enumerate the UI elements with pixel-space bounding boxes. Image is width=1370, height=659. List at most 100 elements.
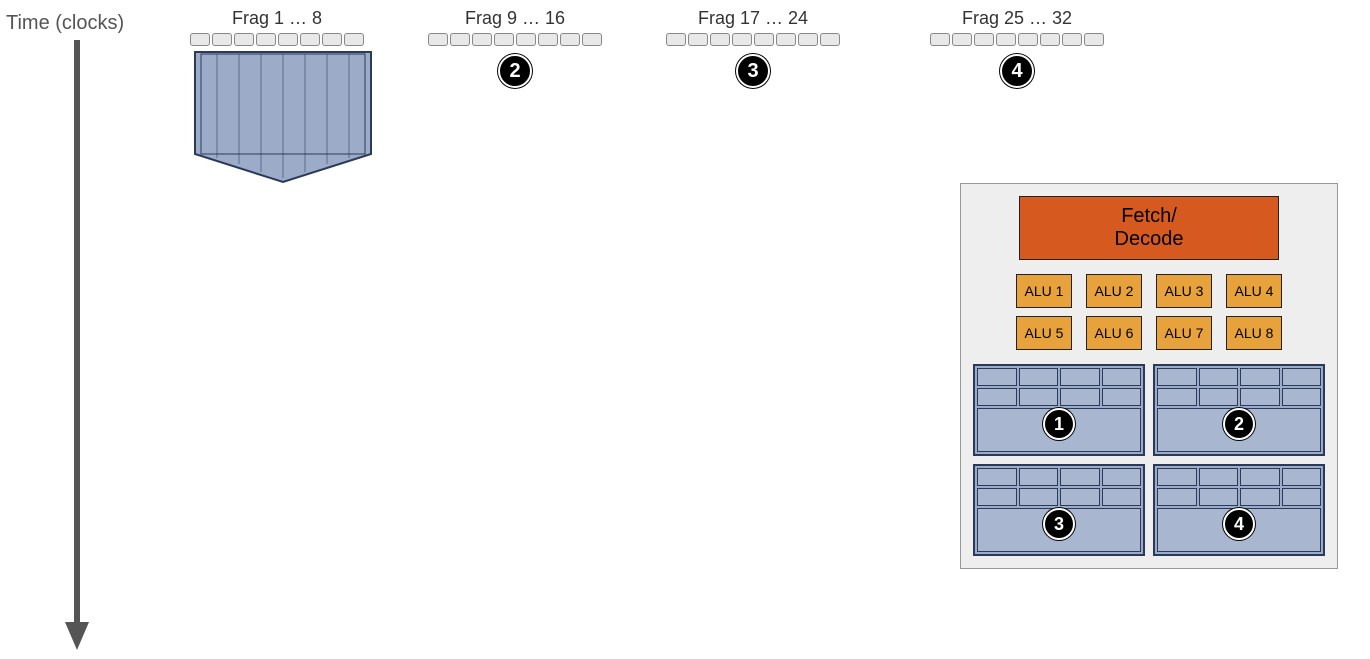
frag-label: Frag 1 … 8 (190, 8, 364, 29)
ctx-cell (1282, 388, 1322, 406)
slot (930, 33, 950, 46)
frag-group-2: Frag 9 … 16 2 (428, 8, 602, 88)
slot (974, 33, 994, 46)
frag-group-3: Frag 17 … 24 3 (666, 8, 840, 88)
alu-3: ALU 3 (1156, 274, 1212, 308)
ctx-cell (1240, 388, 1280, 406)
slot (212, 33, 232, 46)
time-label: Time (clocks) (6, 12, 124, 35)
ctx-cell (1199, 388, 1239, 406)
streamer-shape-icon (193, 50, 373, 185)
ctx-cell (1157, 388, 1197, 406)
slot (952, 33, 972, 46)
slot (1040, 33, 1060, 46)
slot (1018, 33, 1038, 46)
ctx-cell (977, 488, 1017, 506)
ctx-cell (977, 388, 1017, 406)
badge-2: 2 (498, 54, 532, 88)
ctx-cell (1060, 368, 1100, 386)
frag-label: Frag 17 … 24 (666, 8, 840, 29)
slot (256, 33, 276, 46)
context-4: 4 (1153, 464, 1325, 556)
slot (1062, 33, 1082, 46)
slot (666, 33, 686, 46)
ctx-cell (1240, 468, 1280, 486)
alu-4: ALU 4 (1226, 274, 1282, 308)
ctx-cell (1102, 368, 1142, 386)
slot (1084, 33, 1104, 46)
slot (472, 33, 492, 46)
ctx-cell (1240, 488, 1280, 506)
ctx-cell (1060, 388, 1100, 406)
alu-7: ALU 7 (1156, 316, 1212, 350)
slot (428, 33, 448, 46)
ctx-cell (977, 468, 1017, 486)
slot-row (930, 33, 1104, 46)
fetch-decode-block: Fetch/ Decode (1019, 196, 1279, 260)
context-badge-1: 1 (1043, 408, 1075, 440)
ctx-cell (1282, 468, 1322, 486)
slot (688, 33, 708, 46)
frag-group-4: Frag 25 … 32 4 (930, 8, 1104, 88)
context-badge-2: 2 (1223, 408, 1255, 440)
slot (996, 33, 1016, 46)
context-grid: 1 2 3 4 (973, 364, 1325, 556)
badge-3: 3 (736, 54, 770, 88)
ctx-cell (1019, 488, 1059, 506)
core-diagram: Fetch/ Decode ALU 1 ALU 2 ALU 3 ALU 4 AL… (960, 183, 1338, 569)
slot (344, 33, 364, 46)
slot (234, 33, 254, 46)
slot (494, 33, 514, 46)
alu-2: ALU 2 (1086, 274, 1142, 308)
alu-1: ALU 1 (1016, 274, 1072, 308)
ctx-cell (1157, 488, 1197, 506)
ctx-cell (1102, 388, 1142, 406)
slot-row (190, 33, 364, 46)
ctx-cell (1019, 468, 1059, 486)
slot-row (666, 33, 840, 46)
time-arrow-icon (62, 40, 92, 650)
ctx-cell (1019, 388, 1059, 406)
slot (776, 33, 796, 46)
frag-label: Frag 9 … 16 (428, 8, 602, 29)
ctx-cell (1240, 368, 1280, 386)
context-3: 3 (973, 464, 1145, 556)
slot (820, 33, 840, 46)
slot (450, 33, 470, 46)
alu-6: ALU 6 (1086, 316, 1142, 350)
ctx-cell (977, 368, 1017, 386)
ctx-cell (1282, 488, 1322, 506)
slot (582, 33, 602, 46)
context-badge-4: 4 (1223, 508, 1255, 540)
ctx-cell (1060, 468, 1100, 486)
context-1: 1 (973, 364, 1145, 456)
slot (732, 33, 752, 46)
frag-label: Frag 25 … 32 (930, 8, 1104, 29)
ctx-cell (1199, 488, 1239, 506)
slot (560, 33, 580, 46)
alu-grid: ALU 1 ALU 2 ALU 3 ALU 4 ALU 5 ALU 6 ALU … (973, 274, 1325, 350)
ctx-cell (1102, 468, 1142, 486)
ctx-cell (1060, 488, 1100, 506)
slot (278, 33, 298, 46)
context-2: 2 (1153, 364, 1325, 456)
slot-row (428, 33, 602, 46)
alu-8: ALU 8 (1226, 316, 1282, 350)
badge-4: 4 (1000, 54, 1034, 88)
ctx-cell (1199, 468, 1239, 486)
slot (300, 33, 320, 46)
ctx-cell (1102, 488, 1142, 506)
slot (322, 33, 342, 46)
ctx-cell (1019, 368, 1059, 386)
context-badge-3: 3 (1043, 508, 1075, 540)
slot (710, 33, 730, 46)
ctx-cell (1282, 368, 1322, 386)
slot (798, 33, 818, 46)
slot (754, 33, 774, 46)
alu-5: ALU 5 (1016, 316, 1072, 350)
slot (190, 33, 210, 46)
ctx-cell (1199, 368, 1239, 386)
slot (516, 33, 536, 46)
slot (538, 33, 558, 46)
ctx-cell (1157, 468, 1197, 486)
